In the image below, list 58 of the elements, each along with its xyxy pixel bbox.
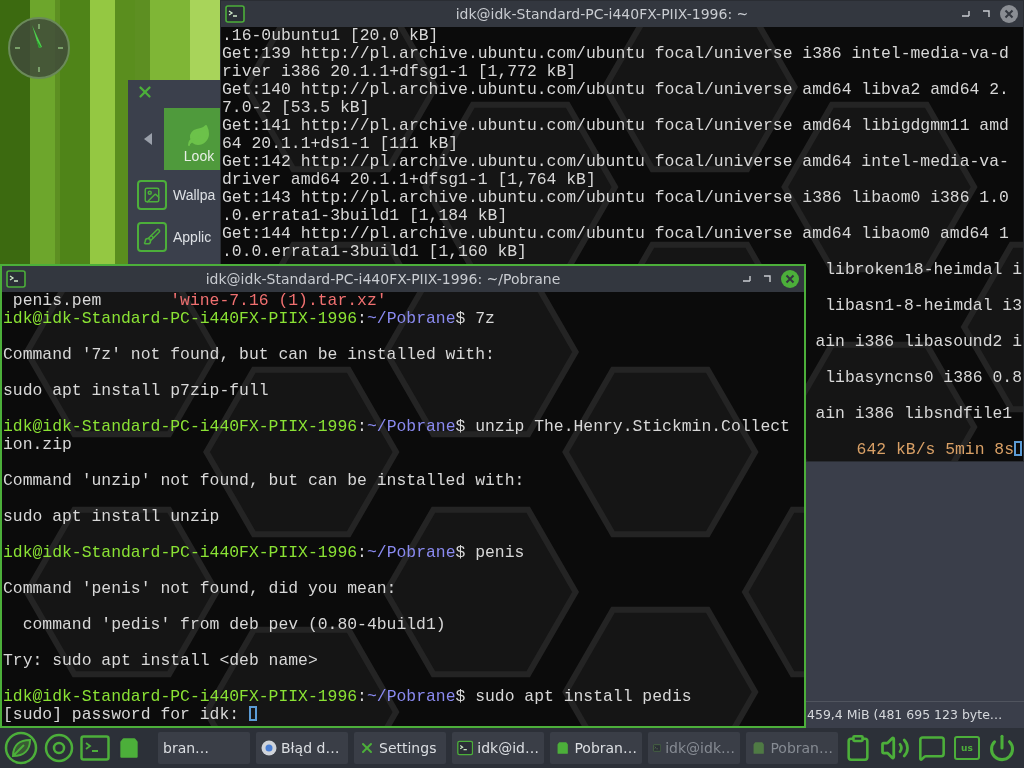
globe-icon — [261, 740, 277, 756]
terminal-line: idk@idk-Standard-PC-i440FX-PIIX-1996:~/Pobrane$ sudo apt install pedis — [3, 687, 692, 706]
terminal-line: river i386 20.1.1+dfsg1-1 [1,772 kB] — [222, 62, 577, 81]
terminal-line: Get:139 http://pl.archive.ubuntu.com/ubuntu focal/universe i386 intel-media-va-d — [222, 44, 1009, 63]
window-title: idk@idk-Standard-PC-i440FX-PIIX-1996: ~ — [454, 6, 750, 22]
terminal-line: ion.zip — [3, 435, 72, 454]
terminal-line: idk@idk-Standard-PC-i440FX-PIIX-1996:~/Pobrane$ penis — [3, 543, 525, 562]
terminal-line: driver amd64 20.1.1+dfsg1-1 [1,764 kB] — [222, 170, 596, 189]
keyboard-layout[interactable]: us — [954, 736, 980, 760]
terminal-line: .16-0ubuntu1 [20.0 kB] — [222, 27, 439, 45]
terminal-line: .0.0.errata1-3build1 [1,160 kB] — [222, 242, 527, 261]
close-icon[interactable] — [999, 4, 1019, 24]
terminal-line: Get:141 http://pl.archive.ubuntu.com/ubuntu focal/universe amd64 libigdgmm11 amd — [222, 116, 1009, 135]
terminal-line: libroken18-heimdal i — [825, 260, 1022, 279]
task-button[interactable]: Błąd d… — [256, 732, 348, 764]
terminal-line: command 'pedis' from deb pev (0.80-4build1) — [21, 615, 446, 634]
terminal-icon[interactable] — [80, 735, 110, 761]
terminal-line: Get:142 http://pl.archive.ubuntu.com/ubuntu focal/universe amd64 intel-media-va- — [222, 152, 1009, 171]
bag-icon — [751, 740, 767, 756]
terminal-line: [sudo] password for idk: — [3, 705, 241, 724]
task-button[interactable]: Pobran… — [550, 732, 642, 764]
bag-icon — [555, 740, 571, 756]
terminal-line: Command 'unzip' not found, but can be installed with: — [3, 471, 525, 490]
terminal-icon — [6, 270, 26, 288]
message-icon[interactable] — [918, 734, 946, 762]
terminal-line: sudo apt install unzip — [3, 507, 220, 526]
terminal-line: libasyncns0 i386 0.8 — [825, 368, 1022, 387]
terminal-line: 642 kB/s 5min 8s — [856, 440, 1014, 459]
terminal-icon — [457, 739, 474, 757]
terminal-line: Command 'penis' not found, did you mean: — [3, 579, 397, 598]
task-button[interactable]: idk@id… — [452, 732, 544, 764]
terminal-line: 7.0-2 [53.5 kB] — [222, 98, 370, 117]
power-icon[interactable] — [988, 734, 1016, 762]
terminal-line: Get:143 http://pl.archive.ubuntu.com/ubuntu focal/universe i386 libaom0 i386 1.0 — [222, 188, 1009, 207]
window-title: idk@idk-Standard-PC-i440FX-PIIX-1996: ~/Pobrane — [204, 271, 562, 287]
terminal-line: idk@idk-Standard-PC-i440FX-PIIX-1996:~/Pobrane$ unzip The.Henry.Stickmin.Collect — [3, 417, 790, 436]
terminal-line: 64 20.1.1+ds1-1 [111 kB] — [222, 134, 459, 153]
terminal-line: idk@idk-Standard-PC-i440FX-PIIX-1996:~/Pobrane$ 7z — [3, 309, 495, 328]
terminal-line: Command '7z' not found, but can be installed with: — [3, 345, 495, 364]
terminal-line: sudo apt install p7zip-full — [3, 381, 269, 400]
close-icon[interactable] — [780, 269, 800, 289]
terminal-line: ain i386 libasound2 i — [815, 332, 1022, 351]
text-cursor — [248, 706, 257, 721]
terminal-line: Get:140 http://pl.archive.ubuntu.com/ubuntu focal/universe amd64 libva2 amd64 2. — [222, 80, 1009, 99]
terminal-line: Try: sudo apt install <deb name> — [3, 651, 318, 670]
clipboard-icon[interactable] — [844, 734, 872, 762]
globe-icon[interactable] — [44, 733, 74, 763]
terminal-line: .0.errata1-3build1 [1,184 kB] — [222, 206, 508, 225]
leaf-icon[interactable] — [4, 731, 38, 765]
tools-icon — [359, 740, 375, 756]
terminal-line: ain i386 libsndfile1 — [815, 404, 1014, 423]
terminal-line: penis.pem 'wine-7.16 (1).tar.xz' — [11, 292, 387, 310]
task-button[interactable]: Settings — [354, 732, 446, 764]
terminal-line: libasn1-8-heimdal i3 — [825, 296, 1022, 315]
terminal-line: Get:144 http://pl.archive.ubuntu.com/ubuntu focal/universe amd64 libaom0 amd64 1 — [222, 224, 1009, 243]
terminal-icon — [225, 5, 245, 23]
task-button[interactable]: bran… — [158, 732, 250, 764]
text-cursor — [1014, 441, 1022, 456]
